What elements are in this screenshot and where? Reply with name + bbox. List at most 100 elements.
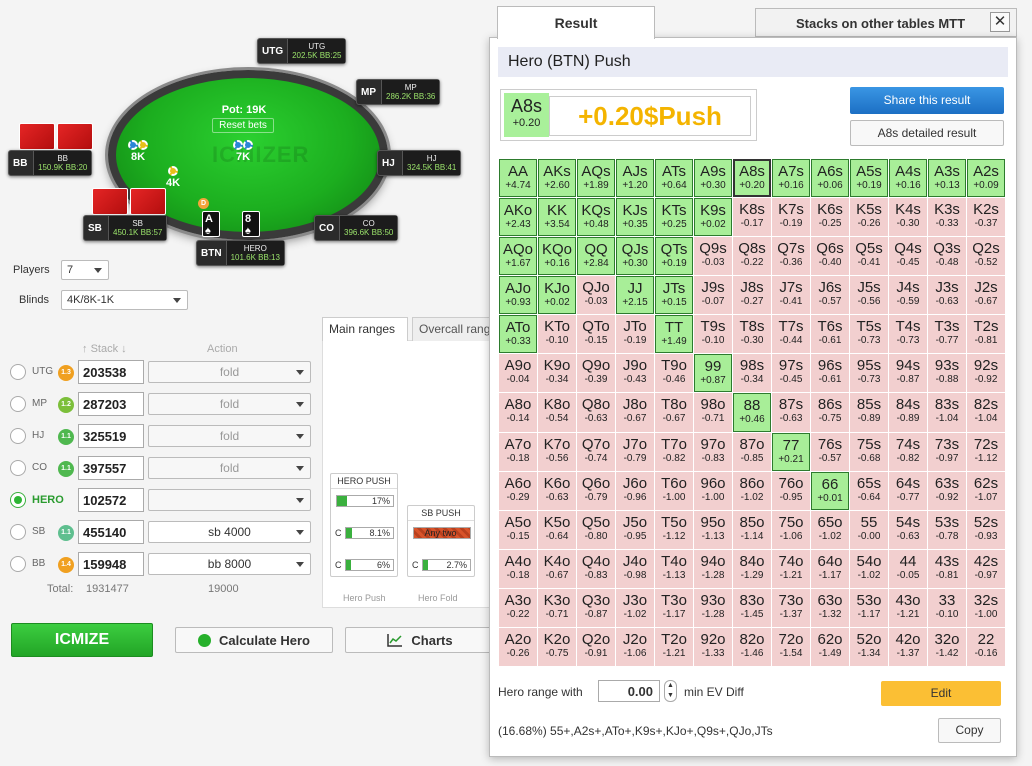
hand-cell-T9s[interactable]: T9s -0.10 — [694, 315, 732, 354]
hand-cell-QTo[interactable]: QTo -0.15 — [577, 315, 615, 354]
action-select[interactable]: fold — [148, 361, 311, 383]
hand-cell-64o[interactable]: 64o -1.17 — [811, 549, 849, 588]
hand-cell-TT[interactable]: TT +1.49 — [655, 315, 693, 354]
hand-cell-A6s[interactable]: A6s +0.06 — [811, 159, 849, 198]
hand-cell-84o[interactable]: 84o -1.29 — [733, 549, 771, 588]
hand-cell-Q3o[interactable]: Q3o -0.87 — [577, 588, 615, 627]
hand-cell-Q2s[interactable]: Q2s -0.52 — [967, 237, 1005, 276]
hand-cell-K5o[interactable]: K5o -0.64 — [538, 510, 576, 549]
hand-cell-QQ[interactable]: QQ +2.84 — [577, 237, 615, 276]
hand-cell-87o[interactable]: 87o -0.85 — [733, 432, 771, 471]
hand-cell-J6o[interactable]: J6o -0.96 — [616, 471, 654, 510]
hand-cell-QJo[interactable]: QJo -0.03 — [577, 276, 615, 315]
hand-cell-53o[interactable]: 53o -1.17 — [850, 588, 888, 627]
hand-cell-J5o[interactable]: J5o -0.95 — [616, 510, 654, 549]
hand-cell-A7s[interactable]: A7s +0.16 — [772, 159, 810, 198]
hand-cell-K5s[interactable]: K5s -0.26 — [850, 198, 888, 237]
hand-cell-64s[interactable]: 64s -0.77 — [889, 471, 927, 510]
hand-cell-J5s[interactable]: J5s -0.56 — [850, 276, 888, 315]
hand-cell-T9o[interactable]: T9o -0.46 — [655, 354, 693, 393]
action-select[interactable]: fold — [148, 393, 311, 415]
hand-cell-65s[interactable]: 65s -0.64 — [850, 471, 888, 510]
hand-cell-J7s[interactable]: J7s -0.41 — [772, 276, 810, 315]
hand-cell-85o[interactable]: 85o -1.14 — [733, 510, 771, 549]
hand-cell-K2s[interactable]: K2s -0.37 — [967, 198, 1005, 237]
hand-cell-32o[interactable]: 32o -1.42 — [928, 627, 966, 666]
hand-cell-AQo[interactable]: AQo +1.67 — [499, 237, 537, 276]
hand-cell-44[interactable]: 44 -0.05 — [889, 549, 927, 588]
hand-cell-A4s[interactable]: A4s +0.16 — [889, 159, 927, 198]
seat-hj[interactable]: HJ HJ 324.5K BB:41 — [377, 150, 462, 176]
hand-cell-Q5o[interactable]: Q5o -0.80 — [577, 510, 615, 549]
hand-cell-A2s[interactable]: A2s +0.09 — [967, 159, 1005, 198]
hand-cell-95o[interactable]: 95o -1.13 — [694, 510, 732, 549]
share-result-button[interactable]: Share this result — [850, 87, 1004, 114]
hand-cell-Q4o[interactable]: Q4o -0.83 — [577, 549, 615, 588]
hand-cell-AKs[interactable]: AKs +2.60 — [538, 159, 576, 198]
seat-bb[interactable]: BB BB 150.9K BB:20 — [8, 150, 93, 176]
hand-cell-96o[interactable]: 96o -1.00 — [694, 471, 732, 510]
hand-cell-72s[interactable]: 72s -1.12 — [967, 432, 1005, 471]
hand-cell-T2s[interactable]: T2s -0.81 — [967, 315, 1005, 354]
hand-cell-ATs[interactable]: ATs +0.64 — [655, 159, 693, 198]
hand-cell-62s[interactable]: 62s -1.07 — [967, 471, 1005, 510]
stack-input[interactable]: 102572 — [78, 488, 144, 512]
player-radio[interactable] — [10, 460, 26, 476]
hand-cell-KTs[interactable]: KTs +0.25 — [655, 198, 693, 237]
hand-cell-T8s[interactable]: T8s -0.30 — [733, 315, 771, 354]
hand-cell-T3o[interactable]: T3o -1.17 — [655, 588, 693, 627]
hand-cell-83o[interactable]: 83o -1.45 — [733, 588, 771, 627]
seat-co[interactable]: CO CO 396.6K BB:50 — [314, 215, 399, 241]
tab-main-ranges[interactable]: Main ranges — [322, 317, 408, 341]
stack-input[interactable]: 287203 — [78, 392, 144, 416]
hand-cell-93s[interactable]: 93s -0.88 — [928, 354, 966, 393]
copy-button[interactable]: Copy — [938, 718, 1001, 743]
hand-cell-43o[interactable]: 43o -1.21 — [889, 588, 927, 627]
hand-cell-96s[interactable]: 96s -0.61 — [811, 354, 849, 393]
stack-input[interactable]: 325519 — [78, 424, 144, 448]
hand-cell-97s[interactable]: 97s -0.45 — [772, 354, 810, 393]
hand-cell-85s[interactable]: 85s -0.89 — [850, 393, 888, 432]
hand-cell-AJo[interactable]: AJo +0.93 — [499, 276, 537, 315]
hand-cell-K9o[interactable]: K9o -0.34 — [538, 354, 576, 393]
hand-cell-Q7o[interactable]: Q7o -0.74 — [577, 432, 615, 471]
hand-cell-J7o[interactable]: J7o -0.79 — [616, 432, 654, 471]
hand-cell-94s[interactable]: 94s -0.87 — [889, 354, 927, 393]
hand-cell-33[interactable]: 33 -0.10 — [928, 588, 966, 627]
hand-cell-86o[interactable]: 86o -1.02 — [733, 471, 771, 510]
hand-cell-KJs[interactable]: KJs +0.35 — [616, 198, 654, 237]
hand-cell-74o[interactable]: 74o -1.21 — [772, 549, 810, 588]
hand-cell-76o[interactable]: 76o -0.95 — [772, 471, 810, 510]
hand-cell-AKo[interactable]: AKo +2.43 — [499, 198, 537, 237]
seat-mp[interactable]: MP MP 286.2K BB:36 — [356, 79, 441, 105]
hand-cell-T8o[interactable]: T8o -0.67 — [655, 393, 693, 432]
hand-cell-J3o[interactable]: J3o -1.02 — [616, 588, 654, 627]
player-radio[interactable] — [10, 492, 26, 508]
hand-cell-A5o[interactable]: A5o -0.15 — [499, 510, 537, 549]
hand-cell-K7o[interactable]: K7o -0.56 — [538, 432, 576, 471]
hand-cell-93o[interactable]: 93o -1.28 — [694, 588, 732, 627]
tab-result[interactable]: Result — [497, 6, 655, 39]
hand-cell-92s[interactable]: 92s -0.92 — [967, 354, 1005, 393]
stack-input[interactable]: 455140 — [78, 520, 144, 544]
hand-cell-53s[interactable]: 53s -0.78 — [928, 510, 966, 549]
hand-cell-KK[interactable]: KK +3.54 — [538, 198, 576, 237]
hand-cell-A3s[interactable]: A3s +0.13 — [928, 159, 966, 198]
hand-cell-A2o[interactable]: A2o -0.26 — [499, 627, 537, 666]
hand-cell-Q7s[interactable]: Q7s -0.36 — [772, 237, 810, 276]
hand-cell-63s[interactable]: 63s -0.92 — [928, 471, 966, 510]
hand-cell-K8s[interactable]: K8s -0.17 — [733, 198, 771, 237]
hand-cell-43s[interactable]: 43s -0.81 — [928, 549, 966, 588]
min-ev-input[interactable]: 0.00 — [598, 680, 660, 702]
hand-cell-K3o[interactable]: K3o -0.71 — [538, 588, 576, 627]
hand-cell-Q4s[interactable]: Q4s -0.45 — [889, 237, 927, 276]
action-select[interactable]: fold — [148, 457, 311, 479]
hand-cell-J8o[interactable]: J8o -0.67 — [616, 393, 654, 432]
hand-cell-J9s[interactable]: J9s -0.07 — [694, 276, 732, 315]
hand-cell-A4o[interactable]: A4o -0.18 — [499, 549, 537, 588]
hand-cell-62o[interactable]: 62o -1.49 — [811, 627, 849, 666]
hand-cell-82s[interactable]: 82s -1.04 — [967, 393, 1005, 432]
hand-cell-55[interactable]: 55 -0.00 — [850, 510, 888, 549]
hand-cell-T3s[interactable]: T3s -0.77 — [928, 315, 966, 354]
player-radio[interactable] — [10, 428, 26, 444]
